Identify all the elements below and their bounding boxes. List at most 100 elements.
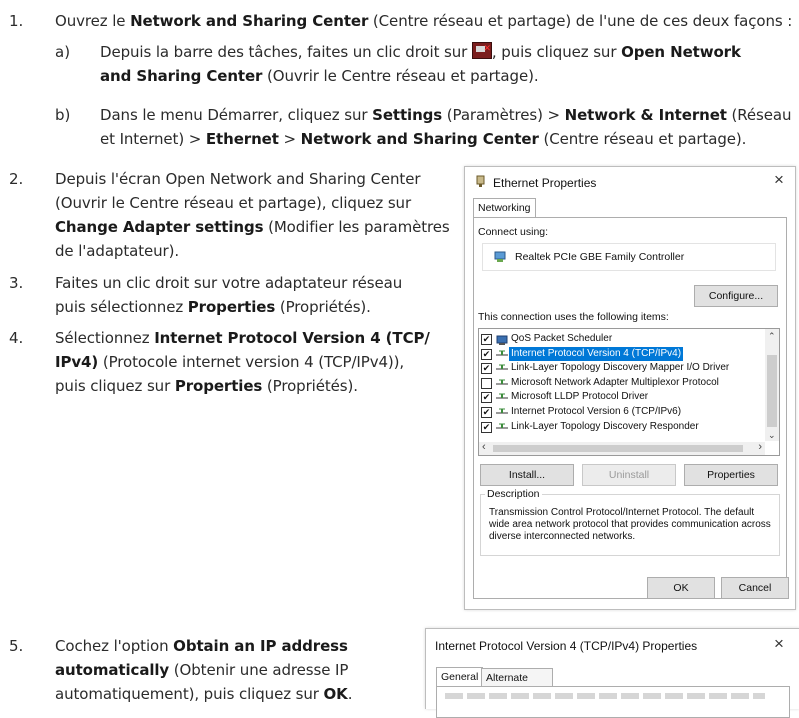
close-icon[interactable]: ×: [769, 634, 789, 654]
tab-networking[interactable]: Networking: [473, 198, 536, 218]
text-line: puis cliquez sur Properties (Propriétés)…: [55, 374, 430, 398]
scroll-thumb[interactable]: [767, 355, 777, 427]
bold-term: OK: [323, 685, 348, 703]
text: (Centre réseau et partage).: [538, 130, 747, 148]
configure-button[interactable]: Configure...: [694, 285, 778, 307]
components-list[interactable]: ✔ QoS Packet Scheduler ✔ Internet Protocol …: [478, 328, 780, 456]
text-line: de l'adaptateur).: [55, 242, 180, 260]
step-3-text: Faites un clic droit sur votre adaptateu…: [55, 271, 402, 319]
text: .: [347, 685, 353, 703]
tab-alternate-configuration[interactable]: Alternate Configuration: [481, 668, 554, 703]
install-button[interactable]: Install...: [480, 464, 574, 486]
bold-term: IPv4): [55, 353, 99, 371]
bold-term: Properties: [187, 298, 276, 316]
text: >: [278, 130, 301, 148]
dialog-titlebar: Internet Protocol Version 4 (TCP/IPv4) P…: [426, 629, 799, 659]
checkbox[interactable]: [481, 377, 492, 389]
checkbox[interactable]: ✔: [481, 392, 492, 404]
text: et Internet) >: [100, 130, 206, 148]
text-line: Change Adapter settings (Modifier les pa…: [55, 215, 450, 239]
uninstall-button[interactable]: Uninstall: [582, 464, 676, 486]
bold-term: and Sharing Center: [100, 67, 263, 85]
bold-term: Ethernet: [205, 130, 279, 148]
text: (Propriétés).: [262, 377, 358, 395]
tab-general[interactable]: General: [436, 667, 484, 687]
protocol-icon: [496, 379, 508, 387]
text: puis sélectionnez: [55, 298, 188, 316]
text-line: automatiquement), puis cliquez sur OK.: [55, 682, 352, 706]
text-line: automatically (Obtenir une adresse IP: [55, 658, 352, 682]
checkbox[interactable]: ✔: [481, 334, 492, 345]
checkbox[interactable]: ✔: [481, 407, 492, 418]
text: (Obtenir une adresse IP: [169, 661, 349, 679]
bold-term: Internet Protocol Version 4 (TCP/: [154, 329, 430, 347]
bold-term: automatically: [55, 661, 170, 679]
bold-term: Properties: [174, 377, 263, 395]
text-line: IPv4) (Protocole internet version 4 (TCP…: [55, 350, 430, 374]
description-group: Description Transmission Control Protoco…: [480, 488, 780, 556]
list-item-label: Microsoft Network Adapter Multiplexor Pr…: [511, 376, 719, 388]
list-item-label: QoS Packet Scheduler: [511, 333, 613, 344]
dialog-titlebar: Ethernet Properties ×: [465, 167, 795, 197]
step-number: 3.: [9, 274, 24, 292]
ok-button[interactable]: OK: [647, 577, 715, 599]
checkbox[interactable]: ✔: [481, 421, 492, 433]
text-line: (Ouvrir le Centre réseau et partage), cl…: [55, 194, 412, 212]
text: (Centre réseau et partage) de l'une de c…: [368, 12, 793, 30]
vertical-scrollbar[interactable]: ⌃ ⌄: [765, 329, 779, 441]
checkbox[interactable]: ✔: [481, 348, 492, 360]
step-1-text: Ouvrez le Network and Sharing Center (Ce…: [55, 9, 795, 33]
text-line: Faites un clic droit sur votre adaptateu…: [55, 274, 403, 292]
step-number: 2.: [9, 170, 24, 188]
text: Ouvrez le: [55, 12, 131, 30]
text: (Réseau: [726, 106, 792, 124]
description-label: Description: [485, 488, 542, 500]
text: (Propriétés).: [275, 298, 371, 316]
step-number: 5.: [9, 637, 24, 655]
text: puis cliquez sur: [55, 377, 175, 395]
scroll-down-icon[interactable]: ⌄: [768, 430, 776, 441]
network-disconnected-icon: [471, 37, 492, 61]
checkbox[interactable]: ✔: [481, 363, 492, 375]
text: (Paramètres) >: [442, 106, 565, 124]
list-item-label: Internet Protocol Version 4 (TCP/IPv4): [509, 346, 684, 361]
description-text: Transmission Control Protocol/Internet P…: [489, 507, 771, 542]
substep-letter: b): [55, 106, 71, 124]
bold-term: Settings: [372, 106, 443, 124]
items-label: This connection uses the following items…: [478, 311, 669, 323]
text-line: Sélectionnez Internet Protocol Version 4…: [55, 326, 430, 350]
text: Depuis la barre des tâches, faites un cl…: [100, 43, 472, 61]
properties-button[interactable]: Properties: [684, 464, 778, 486]
substep-b-line-1: Dans le menu Démarrer, cliquez sur Setti…: [100, 103, 791, 127]
dialog-title: Internet Protocol Version 4 (TCP/IPv4) P…: [435, 639, 698, 653]
step-2-text: Depuis l'écran Open Network and Sharing …: [55, 167, 450, 263]
horizontal-scrollbar[interactable]: ‹ ›: [479, 441, 765, 455]
bold-term: Network and Sharing Center: [300, 130, 539, 148]
step-number: 4.: [9, 329, 24, 347]
step-5-text: Cochez l'option Obtain an IP address aut…: [55, 634, 352, 706]
substep-a-line-1: Depuis la barre des tâches, faites un cl…: [100, 37, 741, 64]
scroll-left-icon[interactable]: ‹: [482, 441, 486, 453]
bold-term: Change Adapter settings: [55, 218, 264, 236]
tab-panel: [436, 686, 790, 718]
cancel-button[interactable]: Cancel: [721, 577, 789, 599]
scroll-up-icon[interactable]: ⌃: [768, 331, 776, 342]
list-item-label: Internet Protocol Version 6 (TCP/IPv6): [511, 406, 682, 417]
list-item-label: Link-Layer Topology Discovery Responder: [511, 420, 699, 432]
ipv4-properties-dialog: Internet Protocol Version 4 (TCP/IPv4) P…: [425, 628, 799, 718]
scroll-right-icon[interactable]: ›: [758, 441, 762, 453]
dialog-title: Ethernet Properties: [493, 176, 597, 190]
list-item-label: Link-Layer Topology Discovery Mapper I/O…: [511, 362, 730, 374]
scroll-thumb[interactable]: [493, 445, 743, 452]
text: , puis cliquez sur: [491, 43, 622, 61]
bold-term: Network and Sharing Center: [130, 12, 369, 30]
bold-term: Obtain an IP address: [173, 637, 348, 655]
close-icon[interactable]: ×: [769, 170, 789, 190]
service-icon: [496, 335, 508, 345]
adapter-name: Realtek PCIe GBE Family Controller: [515, 251, 685, 263]
blurred-text: [445, 693, 765, 699]
protocol-icon: [496, 423, 508, 431]
protocol-icon: [496, 364, 508, 372]
text-line: Cochez l'option Obtain an IP address: [55, 634, 352, 658]
text: Cochez l'option: [55, 637, 174, 655]
